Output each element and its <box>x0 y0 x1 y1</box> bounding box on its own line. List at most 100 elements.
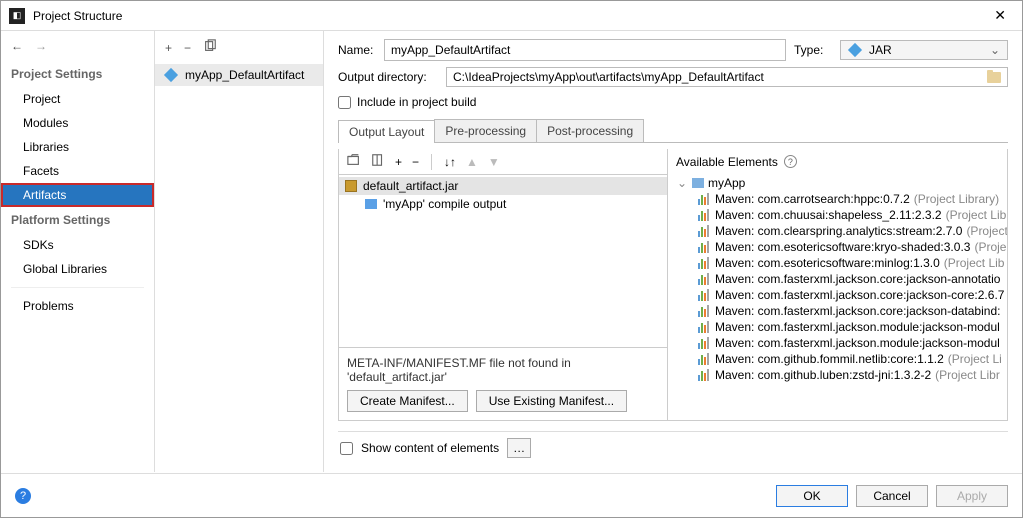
jar-icon <box>848 43 862 57</box>
artifact-toolbar: + − <box>155 31 323 64</box>
library-icon <box>698 305 709 317</box>
footer: ? OK Cancel Apply <box>1 473 1022 517</box>
remove-icon[interactable]: − <box>184 41 191 55</box>
library-label: Maven: com.esotericsoftware:minlog:1.3.0 <box>715 256 940 270</box>
sidebar-item-libraries[interactable]: Libraries <box>1 135 154 159</box>
library-node[interactable]: Maven: com.fasterxml.jackson.core:jackso… <box>672 303 1007 319</box>
expand-icon[interactable]: ⌄ <box>676 176 688 190</box>
library-note: (Project Libr <box>946 208 1007 222</box>
library-node[interactable]: Maven: com.chuusai:shapeless_2.11:2.3.2 … <box>672 207 1007 223</box>
artifact-list: + − myApp_DefaultArtifact <box>155 31 324 472</box>
section-platform-settings: Platform Settings <box>1 207 154 233</box>
library-node[interactable]: Maven: com.fasterxml.jackson.core:jackso… <box>672 271 1007 287</box>
sidebar-item-sdks[interactable]: SDKs <box>1 233 154 257</box>
jar-name: default_artifact.jar <box>363 179 458 193</box>
available-tree[interactable]: ⌄ myApp Maven: com.carrotsearch:hppc:0.7… <box>668 175 1007 420</box>
library-node[interactable]: Maven: com.clearspring.analytics:stream:… <box>672 223 1007 239</box>
sidebar-item-global-libraries[interactable]: Global Libraries <box>1 257 154 281</box>
library-icon <box>698 209 709 221</box>
use-manifest-button[interactable]: Use Existing Manifest... <box>476 390 627 412</box>
library-node[interactable]: Maven: com.esotericsoftware:kryo-shaded:… <box>672 239 1007 255</box>
ok-button[interactable]: OK <box>776 485 848 507</box>
add-icon[interactable]: + <box>165 41 172 55</box>
sidebar-separator <box>11 287 144 288</box>
module-node[interactable]: ⌄ myApp <box>672 175 1007 191</box>
library-node[interactable]: Maven: com.fasterxml.jackson.module:jack… <box>672 319 1007 335</box>
move-up-icon[interactable]: ▲ <box>466 155 478 169</box>
library-note: (Proje <box>974 240 1006 254</box>
library-node[interactable]: Maven: com.github.luben:zstd-jni:1.3.2-2… <box>672 367 1007 383</box>
tab-postprocessing[interactable]: Post-processing <box>536 119 644 142</box>
new-archive-icon[interactable] <box>371 153 385 170</box>
move-down-icon[interactable]: ▼ <box>488 155 500 169</box>
apply-button[interactable]: Apply <box>936 485 1008 507</box>
show-content-checkbox[interactable] <box>340 442 353 455</box>
library-node[interactable]: Maven: com.esotericsoftware:minlog:1.3.0… <box>672 255 1007 271</box>
library-label: Maven: com.chuusai:shapeless_2.11:2.3.2 <box>715 208 942 222</box>
close-icon[interactable]: ✕ <box>986 3 1014 28</box>
name-input[interactable] <box>384 39 786 61</box>
create-manifest-button[interactable]: Create Manifest... <box>347 390 468 412</box>
section-project-settings: Project Settings <box>1 61 154 87</box>
library-icon <box>698 353 709 365</box>
library-label: Maven: com.fasterxml.jackson.core:jackso… <box>715 272 1000 286</box>
app-icon: ◧ <box>9 8 25 24</box>
remove-item-icon[interactable]: − <box>412 155 419 169</box>
copy-icon[interactable] <box>203 39 217 56</box>
tabs: Output Layout Pre-processing Post-proces… <box>338 119 1008 143</box>
footer-help-icon[interactable]: ? <box>15 488 31 504</box>
library-icon <box>698 241 709 253</box>
jar-node[interactable]: default_artifact.jar <box>339 177 667 195</box>
library-label: Maven: com.fasterxml.jackson.core:jackso… <box>715 288 1004 302</box>
library-icon <box>698 321 709 333</box>
back-icon[interactable]: ← <box>11 39 23 53</box>
include-checkbox[interactable] <box>338 96 351 109</box>
library-node[interactable]: Maven: com.fasterxml.jackson.core:jackso… <box>672 287 1007 303</box>
tab-preprocessing[interactable]: Pre-processing <box>434 119 537 142</box>
outdir-value[interactable]: C:\IdeaProjects\myApp\out\artifacts\myAp… <box>453 70 987 84</box>
library-label: Maven: com.fasterxml.jackson.module:jack… <box>715 336 1000 350</box>
add-copy-icon[interactable]: + <box>395 155 402 169</box>
help-icon[interactable]: ? <box>784 155 797 168</box>
library-icon <box>698 193 709 205</box>
artifact-entry-label: myApp_DefaultArtifact <box>185 68 304 82</box>
library-note: (Project Library) <box>914 192 999 206</box>
sort-icon[interactable]: ↓↑ <box>444 155 456 169</box>
layout-toolbar: + − ↓↑ ▲ ▼ <box>339 149 667 175</box>
library-node[interactable]: Maven: com.carrotsearch:hppc:0.7.2 (Proj… <box>672 191 1007 207</box>
library-icon <box>698 369 709 381</box>
detail-panel: Name: Type: JAR ⌄ Output directory: C:\I… <box>324 31 1022 472</box>
sidebar-item-artifacts[interactable]: Artifacts <box>1 183 154 207</box>
titlebar: ◧ Project Structure ✕ <box>1 1 1022 31</box>
library-label: Maven: com.github.luben:zstd-jni:1.3.2-2 <box>715 368 931 382</box>
library-icon <box>698 337 709 349</box>
output-layout-tree: + − ↓↑ ▲ ▼ default_artifact.jar 'myApp' … <box>338 149 667 421</box>
tab-output-layout[interactable]: Output Layout <box>338 120 435 143</box>
library-label: Maven: com.esotericsoftware:kryo-shaded:… <box>715 240 970 254</box>
forward-icon[interactable]: → <box>35 39 47 53</box>
browse-folder-icon[interactable] <box>987 72 1001 83</box>
show-content-label: Show content of elements <box>361 441 499 455</box>
name-label: Name: <box>338 43 376 57</box>
type-select[interactable]: JAR ⌄ <box>840 40 1008 60</box>
library-node[interactable]: Maven: com.fasterxml.jackson.module:jack… <box>672 335 1007 351</box>
window-title: Project Structure <box>33 9 986 23</box>
sidebar-item-problems[interactable]: Problems <box>1 294 154 318</box>
type-label: Type: <box>794 43 832 57</box>
artifact-entry[interactable]: myApp_DefaultArtifact <box>155 64 323 86</box>
sidebar: ← → Project Settings Project Modules Lib… <box>1 31 155 472</box>
cancel-button[interactable]: Cancel <box>856 485 928 507</box>
library-node[interactable]: Maven: com.github.fommil.netlib:core:1.1… <box>672 351 1007 367</box>
include-label: Include in project build <box>357 95 476 109</box>
sidebar-item-facets[interactable]: Facets <box>1 159 154 183</box>
library-note: (Project <box>966 224 1007 238</box>
archive-icon <box>345 180 357 192</box>
module-folder-icon <box>692 178 704 188</box>
library-label: Maven: com.github.fommil.netlib:core:1.1… <box>715 352 944 366</box>
sidebar-item-modules[interactable]: Modules <box>1 111 154 135</box>
sidebar-item-project[interactable]: Project <box>1 87 154 111</box>
manifest-message-area: META-INF/MANIFEST.MF file not found in '… <box>339 347 667 420</box>
compile-output-node[interactable]: 'myApp' compile output <box>339 195 667 213</box>
show-content-options-button[interactable]: … <box>507 438 531 458</box>
new-folder-icon[interactable] <box>347 153 361 170</box>
